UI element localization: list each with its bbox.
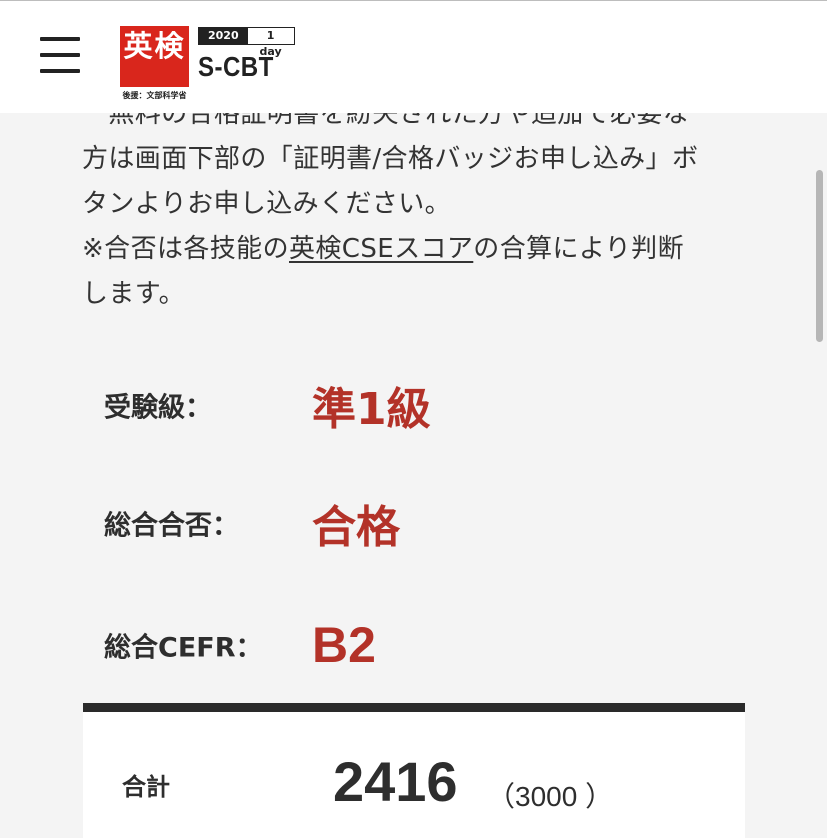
result-row-cefr: 総合CEFR： B2 (104, 610, 744, 680)
logo-sponsor-text: 後援：文部科学省 (122, 91, 187, 100)
cefr-value: B2 (312, 617, 376, 673)
notice-line-2: 方は画面下部の「証明書/合格バッジお申し込み」ボ (82, 144, 699, 174)
cefr-label: 総合CEFR： (104, 632, 263, 664)
total-score-max: （3000 ） (487, 781, 614, 812)
result-row-pass: 総合合否： 合格 (104, 488, 744, 558)
notice-line-5: します。 (82, 279, 186, 309)
score-card: 合計 2416 （3000 ） (83, 703, 745, 838)
page: 無料の合格証明書を紛失された方や追加で必要な 方は画面下部の「証明書/合格バッジ… (0, 0, 827, 838)
notice-line-3: タンよりお申し込みください。 (82, 189, 452, 219)
pass-value: 合格 (312, 502, 400, 553)
menu-bar (40, 37, 80, 41)
logo-badge: 2020 1 day (198, 27, 295, 58)
result-row-grade: 受験級： 準1級 (104, 370, 744, 440)
scrollbar-thumb[interactable] (816, 170, 823, 342)
total-score-value: 2416 (333, 750, 458, 813)
cse-score-link[interactable]: 英検CSEスコア (289, 234, 473, 264)
notice-line-4-pre: ※合否は各技能の (82, 234, 289, 264)
notice-text: 無料の合格証明書を紛失された方や追加で必要な 方は画面下部の「証明書/合格バッジ… (82, 92, 752, 317)
notice-line-4-post: の合算により判断 (473, 234, 684, 264)
badge-day: 1 day (247, 28, 294, 58)
grade-value: 準1級 (312, 384, 431, 435)
eiken-logo[interactable]: 英検 (120, 26, 189, 87)
menu-bar (40, 53, 80, 57)
badge-year: 2020 (199, 28, 248, 44)
hamburger-menu-icon[interactable] (40, 37, 82, 75)
menu-bar (40, 69, 80, 73)
total-score-label: 合計 (122, 773, 170, 801)
notice-line-4: ※合否は各技能の英検CSEスコアの合算により判断 (82, 227, 752, 272)
pass-label: 総合合否： (104, 510, 239, 542)
site-header: 英検 後援：文部科学省 2020 1 day S-CBT (0, 0, 827, 113)
grade-label: 受験級： (104, 392, 212, 424)
product-name: S-CBT (198, 51, 274, 82)
